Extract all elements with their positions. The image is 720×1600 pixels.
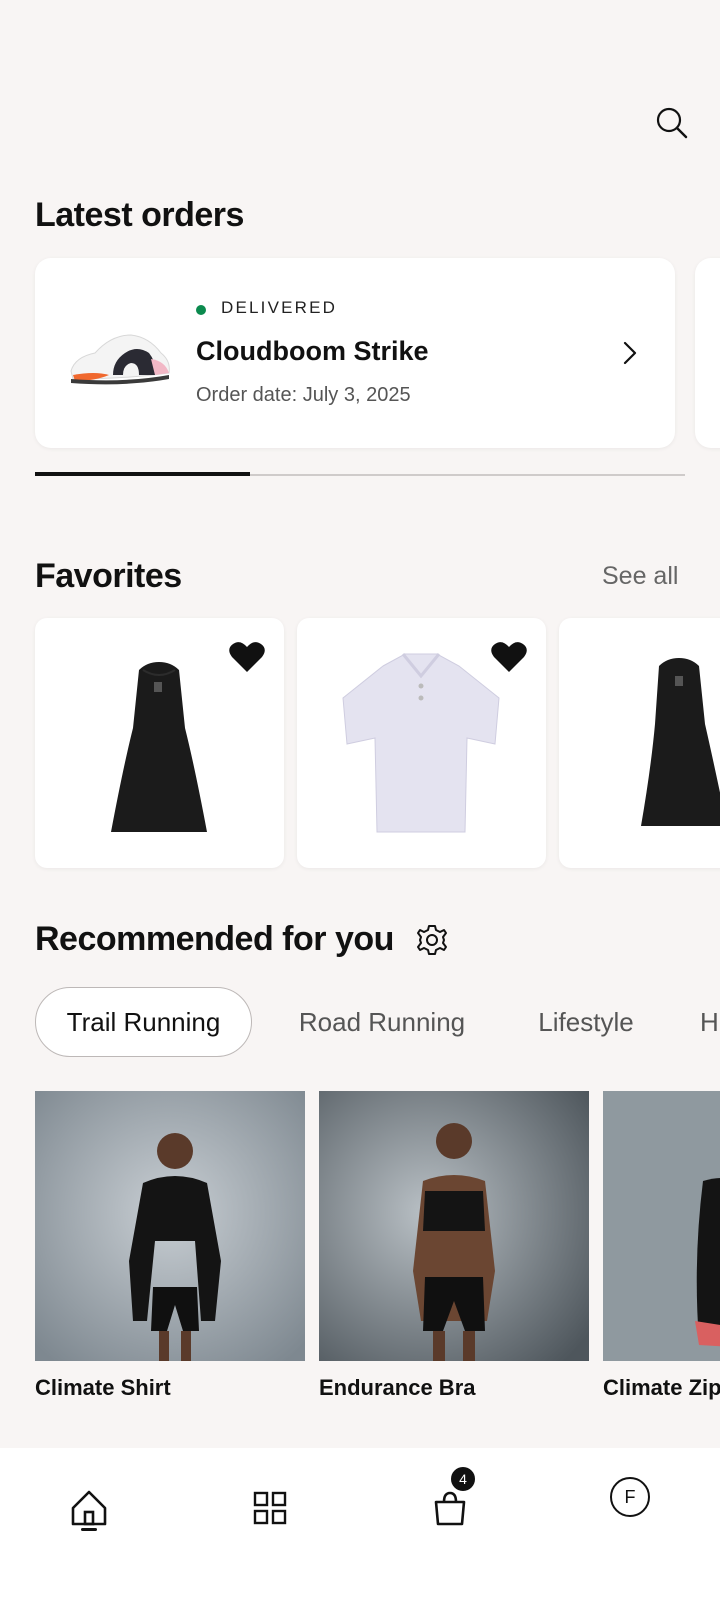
- favorite-card[interactable]: [559, 618, 720, 868]
- chip-road-running[interactable]: Road Running: [282, 987, 482, 1057]
- climate-zip-image: [603, 1091, 720, 1361]
- cart-icon: [434, 1491, 466, 1526]
- order-date: Order date: July 3, 2025: [196, 384, 411, 406]
- gear-icon[interactable]: [414, 922, 450, 958]
- product-card[interactable]: [35, 1091, 305, 1361]
- product-name: Endurance Bra: [319, 1375, 476, 1400]
- black-dress-image: [641, 658, 720, 826]
- status-dot: [196, 305, 206, 315]
- cart-count-badge: 4: [449, 1465, 477, 1493]
- heart-filled-icon[interactable]: [228, 640, 266, 674]
- favorite-card[interactable]: [297, 618, 546, 868]
- product-card[interactable]: [603, 1091, 720, 1361]
- heart-filled-icon[interactable]: [490, 640, 528, 674]
- chip-lifestyle[interactable]: Lifestyle: [518, 987, 654, 1057]
- chip-partial[interactable]: H: [700, 987, 720, 1057]
- favorites-title: Favorites: [35, 557, 182, 595]
- chip-trail-running[interactable]: Trail Running: [35, 987, 252, 1057]
- order-product-image: [70, 334, 170, 385]
- latest-orders-title: Latest orders: [35, 196, 244, 234]
- recommended-title: Recommended for you: [35, 920, 394, 958]
- order-status: DELIVERED: [221, 298, 338, 317]
- search-button[interactable]: [652, 103, 692, 143]
- see-all-link[interactable]: See all: [602, 562, 678, 591]
- climate-shirt-image: [35, 1091, 305, 1361]
- nav-active-indicator: [81, 1528, 97, 1531]
- order-card-next[interactable]: [695, 258, 720, 448]
- order-product-name: Cloudboom Strike: [196, 336, 429, 366]
- carousel-progress-fill: [35, 472, 250, 476]
- favorite-card[interactable]: [35, 618, 284, 868]
- chevron-right-icon[interactable]: [615, 338, 645, 368]
- home-icon: [71, 1490, 107, 1526]
- profile-avatar[interactable]: F: [610, 1477, 650, 1517]
- order-card[interactable]: DELIVERED Cloudboom Strike Order date: J…: [35, 258, 675, 448]
- bottom-navigation: 4: [0, 1448, 720, 1600]
- product-name: Climate Shirt: [35, 1375, 171, 1400]
- product-card[interactable]: [319, 1091, 589, 1361]
- endurance-bra-image: [319, 1091, 589, 1361]
- product-name: Climate Zip: [603, 1375, 720, 1400]
- search-icon: [656, 107, 688, 139]
- grid-icon: [253, 1491, 287, 1525]
- nav-shop[interactable]: [240, 1478, 300, 1538]
